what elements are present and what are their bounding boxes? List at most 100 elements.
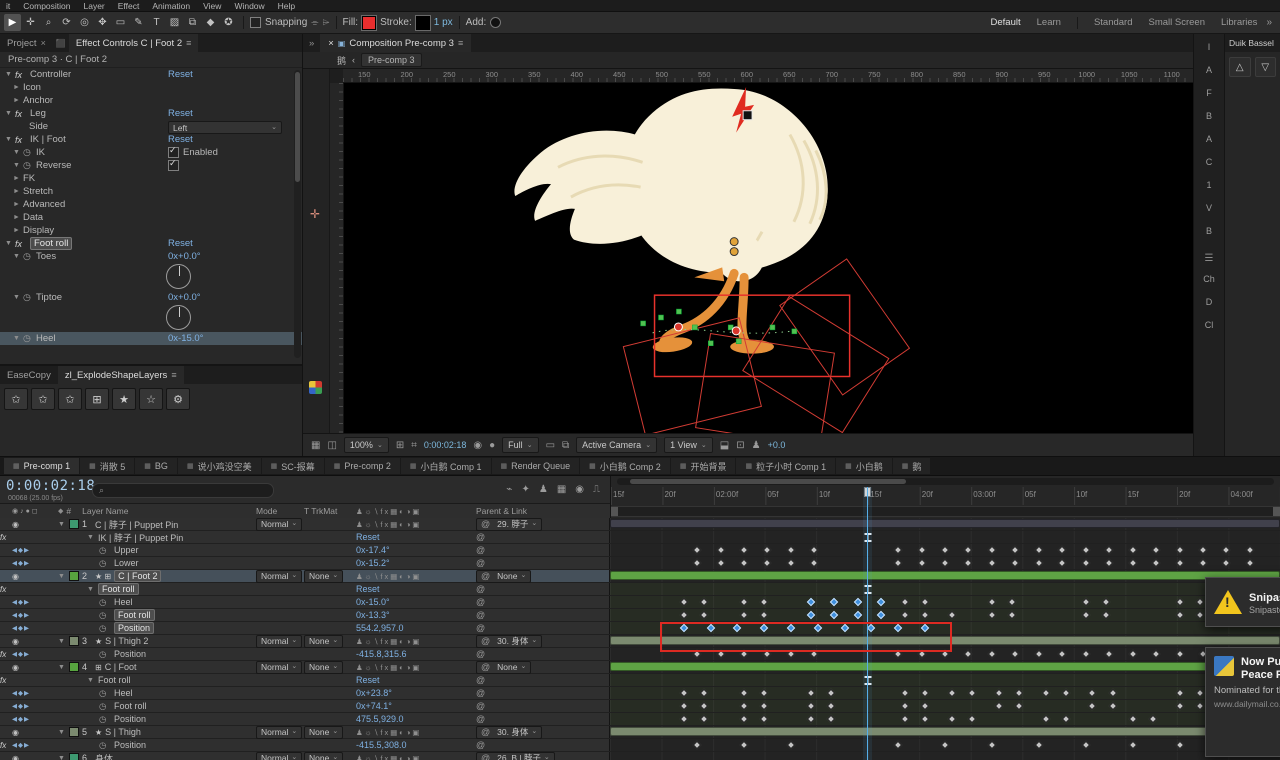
keyframe[interactable] <box>1128 649 1137 659</box>
property-name[interactable]: Heel <box>114 597 133 607</box>
scrollbar-vertical[interactable] <box>294 70 301 358</box>
stopwatch-icon[interactable]: ◷ <box>99 740 111 751</box>
zoom-dropdown[interactable]: 100% ⌄ <box>343 437 389 453</box>
view-layout-dropdown[interactable]: 1 View ⌄ <box>664 437 713 453</box>
keyframe[interactable] <box>947 714 956 724</box>
pixel-aspect-icon[interactable]: ⬓ <box>720 440 729 451</box>
property-name[interactable]: Position <box>114 740 146 750</box>
track-property[interactable] <box>610 700 1280 712</box>
keyframe[interactable] <box>739 649 749 659</box>
keyframe[interactable] <box>920 610 930 620</box>
news-notification[interactable]: Now Putin is nom Peace Prize Nominated f… <box>1205 647 1280 757</box>
keyframe[interactable] <box>699 610 709 620</box>
tab-project[interactable]: Project × <box>0 34 53 52</box>
pin-head-icon[interactable] <box>729 237 739 247</box>
layer-name[interactable]: 身体 <box>95 752 113 760</box>
twirl-icon[interactable]: ► <box>13 227 23 234</box>
effect-point-icon[interactable]: ✛ <box>310 207 320 221</box>
track-property[interactable] <box>610 648 1280 660</box>
keyframe[interactable] <box>893 558 903 568</box>
keyframe[interactable] <box>1128 558 1137 568</box>
keyframe[interactable] <box>763 545 772 555</box>
keyframe[interactable] <box>920 701 930 711</box>
layer-switches[interactable]: ♟☼∖fx▦◐◑▣ <box>356 754 421 760</box>
angle-dial[interactable] <box>166 305 191 330</box>
track-layer[interactable] <box>610 752 1280 760</box>
timeline-tab-item[interactable]: ▦ 小白鹅 <box>836 458 892 474</box>
keyframe[interactable] <box>1151 545 1161 555</box>
mask-visibility-icon[interactable]: ⌗ <box>411 440 417 451</box>
property-row-heel[interactable]: ◀◆▶ ◷ Heel 0x+23.8° @ <box>0 687 1280 700</box>
twirl-icon[interactable]: ▼ <box>5 110 15 117</box>
layer-switches[interactable]: ♟☼∖fx▦◐◑▣ <box>356 663 421 672</box>
workspace-default[interactable]: Default <box>991 17 1021 28</box>
timeline-tab-render-queue[interactable]: ▦ Render Queue <box>491 458 580 474</box>
keyframe[interactable] <box>940 740 950 750</box>
mode-dropdown[interactable]: Normal ⌄ <box>256 634 303 648</box>
track-layer[interactable] <box>610 726 1280 738</box>
keyframe[interactable] <box>810 545 819 555</box>
property-value[interactable]: 0x+23.8° <box>356 688 392 698</box>
keyframe[interactable] <box>1034 558 1044 568</box>
property-value[interactable]: 0x+74.1° <box>356 701 392 711</box>
keyframe[interactable] <box>877 610 886 620</box>
twirl-icon[interactable]: ▼ <box>5 240 15 247</box>
keyframe[interactable] <box>1034 545 1044 555</box>
timeline-timecode[interactable]: 0:00:02:18 <box>6 478 95 494</box>
property-group-row-ik-puppet-pin[interactable]: fx ▼ IK | 脖子 | Puppet Pin Reset @ <box>0 531 1280 544</box>
channel-colors-icon[interactable] <box>309 381 322 394</box>
number-column-header[interactable]: # <box>66 506 71 516</box>
timeline-button-icon[interactable]: ♟ <box>752 440 761 451</box>
keyframe[interactable] <box>994 688 1003 698</box>
keyframe[interactable] <box>877 597 886 607</box>
type-tool[interactable]: T <box>148 14 165 31</box>
keyframe[interactable] <box>840 623 849 633</box>
collapsed-panel-c[interactable]: C <box>1206 157 1213 170</box>
twirl-icon[interactable]: ► <box>13 201 23 208</box>
property-name[interactable]: Upper <box>114 545 139 555</box>
track-property[interactable] <box>610 531 1280 543</box>
add-shape-icon[interactable] <box>490 17 502 28</box>
property-value[interactable]: -415.5,308.0 <box>356 740 407 750</box>
keyframe[interactable] <box>940 649 950 659</box>
timeline-tab-pre-comp-2[interactable]: ▦ Pre-comp 2 <box>324 458 400 474</box>
keyframe[interactable] <box>1061 714 1070 724</box>
timeline-tab-item[interactable]: ▦ 开始背景 <box>670 458 736 474</box>
keyframe[interactable] <box>786 558 796 568</box>
angle-value[interactable]: 0x+0.0° <box>168 292 201 303</box>
anchor-handle[interactable] <box>742 110 753 121</box>
effect-row-stretch[interactable]: ► Stretch <box>0 185 302 198</box>
keyframe[interactable] <box>739 714 749 724</box>
menu-window[interactable]: Window <box>234 1 264 11</box>
stopwatch-icon[interactable]: ◷ <box>99 714 111 725</box>
menu-composition[interactable]: Composition <box>23 1 70 11</box>
pan-behind-tool[interactable]: ✥ <box>94 14 111 31</box>
group-name[interactable]: IK | 脖子 | Puppet Pin <box>98 531 183 544</box>
keyframe[interactable] <box>893 740 903 750</box>
keyframe[interactable] <box>1058 558 1067 568</box>
keyframe[interactable] <box>1011 649 1020 659</box>
timeline-tab-item[interactable]: ▦ 鹅 <box>892 458 931 474</box>
trkmat-dropdown[interactable]: None ⌄ <box>304 660 344 674</box>
layer-color-chip[interactable] <box>69 571 79 581</box>
keyframe[interactable] <box>706 623 715 633</box>
keyframe[interactable] <box>1195 701 1204 711</box>
always-preview-icon[interactable]: ▦ <box>311 440 320 451</box>
track-layer[interactable] <box>610 518 1280 530</box>
keyframe[interactable] <box>1175 597 1184 607</box>
pick-whip-icon[interactable]: @ <box>476 688 485 698</box>
parent-dropdown[interactable]: @ None ⌄ <box>476 569 532 583</box>
mode-column-header[interactable]: Mode <box>256 506 304 516</box>
keyframe[interactable] <box>1081 610 1090 620</box>
timeline-option-icon-3[interactable]: ▦ <box>557 484 566 495</box>
keyframe[interactable] <box>917 649 926 659</box>
stopwatch-icon[interactable]: ◷ <box>23 333 36 344</box>
keyframe[interactable] <box>692 558 702 568</box>
keyframe-navigator[interactable]: ◀◆▶ <box>12 559 30 567</box>
keyframe[interactable] <box>917 558 926 568</box>
keyframe[interactable] <box>853 610 863 620</box>
track-property[interactable] <box>610 739 1280 751</box>
keyframe[interactable] <box>967 688 977 698</box>
timeline-tab-comp-1[interactable]: ▦ 粒子小时 Comp 1 <box>736 458 836 474</box>
keyframe[interactable] <box>763 649 772 659</box>
